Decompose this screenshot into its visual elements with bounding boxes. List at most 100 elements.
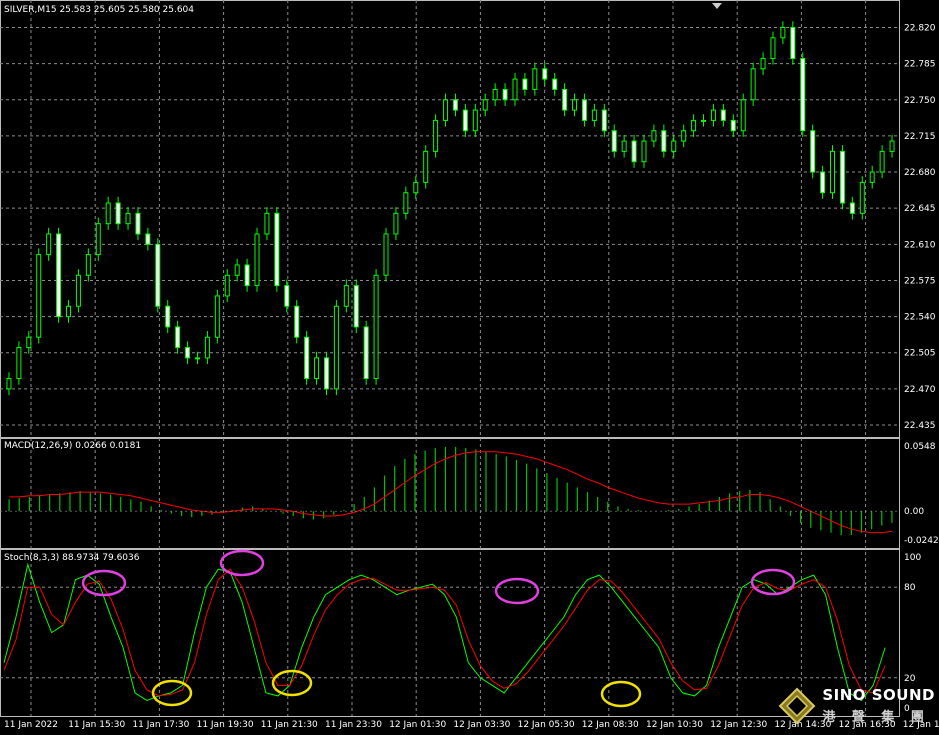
time-axis-label: 12 Jan 01:30 <box>389 720 446 730</box>
watermark-sub: 港 聲 集 團 <box>822 710 930 725</box>
candle-body <box>820 171 826 194</box>
candle-body <box>413 181 419 194</box>
candle-body <box>701 119 707 122</box>
time-axis-label: 11 Jan 17:30 <box>132 720 189 730</box>
candle-body <box>462 109 468 132</box>
candle-body <box>601 109 607 132</box>
candle-body <box>730 119 736 132</box>
candle-body <box>56 233 62 318</box>
time-axis-label: 12 Jan 12:30 <box>710 720 767 730</box>
candle-body <box>194 357 200 360</box>
candle-body <box>423 150 429 183</box>
candle-body <box>849 202 855 214</box>
candle-body <box>532 68 538 90</box>
candle-body <box>65 305 71 318</box>
trading-chart[interactable]: 22.820 22.785 22.750 22.715 22.680 22.645 22.6… <box>0 0 939 735</box>
candle-body <box>750 68 756 101</box>
watermark-main: SINO SOUND <box>822 686 935 704</box>
candle-body <box>889 140 895 152</box>
candle-body <box>204 336 210 359</box>
candle-body <box>591 109 597 121</box>
candle-body <box>343 285 349 307</box>
chart-title: SILVER,M15 25.583 25.605 25.580 25.604 <box>4 5 194 15</box>
candle-body <box>542 68 548 80</box>
oversold-marker <box>271 669 313 697</box>
time-axis-label: 11 Jan 15:30 <box>68 720 125 730</box>
price-axis-label: 22.435 <box>904 421 936 431</box>
price-axis-label: 22.575 <box>904 276 936 286</box>
candle-body <box>304 336 310 380</box>
candle-body <box>681 130 687 142</box>
watermark: SINO SOUND 港 聲 集 團 <box>778 686 935 725</box>
candle-body <box>75 274 81 307</box>
time-axis-label: 12 Jan 08:30 <box>582 720 639 730</box>
time-axis-label: 12 Jan 03:30 <box>453 720 510 730</box>
candle-body <box>333 305 339 390</box>
candle-body <box>264 212 270 235</box>
scroll-marker-icon <box>712 3 722 9</box>
candle-body <box>115 202 121 225</box>
candle-body <box>95 223 101 256</box>
candle-body <box>6 378 12 390</box>
symbol-title: SILVER,M15 <box>4 5 57 15</box>
candle-body <box>433 119 439 152</box>
price-axis-label: 22.750 <box>904 96 936 106</box>
pane-frame <box>0 549 900 717</box>
candle-body <box>770 37 776 59</box>
stoch-axis-label: 20 <box>904 674 916 684</box>
time-axis-label: 11 Jan 19:30 <box>197 720 254 730</box>
candle-body <box>135 212 141 235</box>
candle-body <box>492 88 498 101</box>
candle-body <box>611 130 617 152</box>
candle-body <box>830 150 836 194</box>
candle-body <box>512 78 518 101</box>
candle-body <box>472 109 478 132</box>
price-axis-label: 22.820 <box>904 23 936 33</box>
price-axis-label: 22.785 <box>904 60 936 70</box>
macd-axis-label: 0.0548 <box>904 442 936 452</box>
candle-body <box>323 357 329 390</box>
time-axis-label: 12 Jan 05:30 <box>518 720 575 730</box>
price-axis-label: 22.505 <box>904 349 936 359</box>
candle-body <box>879 150 885 173</box>
candle-body <box>155 243 161 307</box>
time-axis-label: 12 Jan 10:30 <box>646 720 703 730</box>
stoch-label: Stoch(8,3,3) 88.9734 79.6036 <box>4 553 140 563</box>
stoch-axis-label: 80 <box>904 583 916 593</box>
macd-axis-label: -0.0242 <box>904 536 939 546</box>
ohlc-values: 25.583 25.605 25.580 25.604 <box>59 5 195 15</box>
candle-body <box>363 326 369 380</box>
candle-body <box>651 130 657 142</box>
candle-body <box>373 274 379 380</box>
candle-body <box>314 357 320 380</box>
candle-body <box>671 140 677 152</box>
candle-body <box>710 109 716 121</box>
candle-body <box>85 254 91 276</box>
stoch-d-line <box>3 568 886 697</box>
overbought-marker <box>494 577 540 605</box>
candle-body <box>790 26 796 59</box>
candle-body <box>522 78 528 90</box>
candle-body <box>800 57 806 132</box>
candle-body <box>641 140 647 163</box>
candle-body <box>661 130 667 152</box>
candle-body <box>691 119 697 132</box>
time-axis-label: 11 Jan 21:30 <box>261 720 318 730</box>
candle-body <box>502 88 508 101</box>
candle-body <box>36 254 42 338</box>
candle-body <box>224 274 230 297</box>
candle-body <box>284 285 290 307</box>
candle-body <box>760 57 766 70</box>
candle-body <box>274 212 280 287</box>
candle-body <box>859 181 865 214</box>
candle-body <box>443 99 449 121</box>
time-axis-label: 11 Jan 2022 <box>4 720 58 730</box>
candle-body <box>552 78 558 90</box>
candle-body <box>185 347 191 359</box>
candle-body <box>562 88 568 111</box>
candle-body <box>393 212 399 235</box>
price-axis-label: 22.540 <box>904 313 936 323</box>
candle-body <box>353 285 359 328</box>
watermark-text: SINO SOUND 港 聲 集 團 <box>822 686 935 725</box>
oversold-marker <box>600 680 642 708</box>
